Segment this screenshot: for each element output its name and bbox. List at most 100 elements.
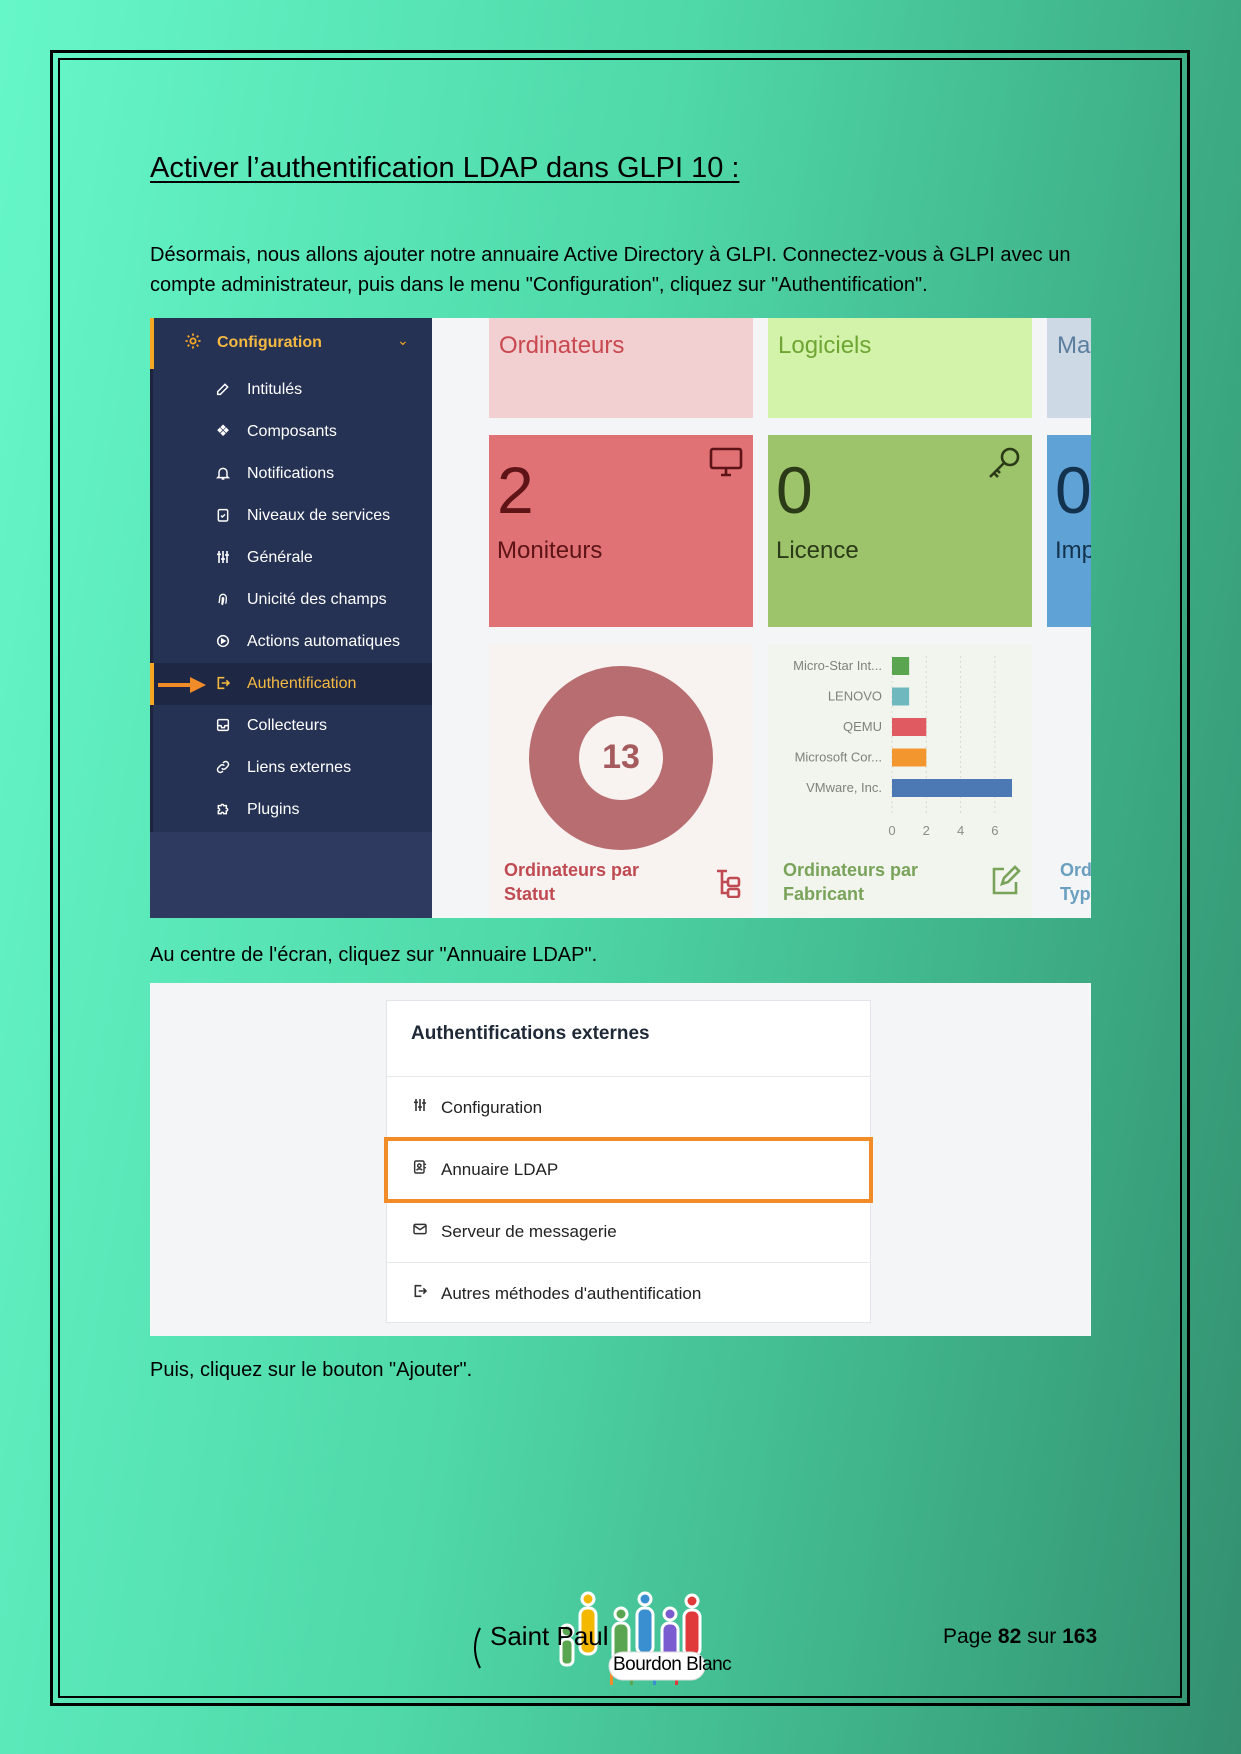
login-icon (214, 675, 232, 693)
pointer-arrow-icon (158, 677, 206, 693)
sidebar-item-label: Intitulés (247, 381, 303, 398)
sidebar-item-niveaux-de-services[interactable]: Niveaux de services (150, 495, 432, 537)
edit-icon (988, 864, 1022, 903)
counter-moniteurs[interactable]: 2 Moniteurs (489, 435, 753, 627)
sliders-icon (214, 549, 232, 567)
manufacturer-bar-chart: 0 2 4 6 Micro-Star Int... LENOVO QEMU Microsoft… (793, 656, 1012, 838)
chart-bar[interactable] (892, 657, 910, 675)
chart-x-tick-label: 6 (991, 823, 998, 838)
donut-value: 13 (602, 738, 640, 776)
third-card-title: Ord Typ (1060, 860, 1091, 904)
auth-panel-screenshot: Authentifications externes Configuration… (150, 983, 1091, 1336)
sliders-icon (411, 1097, 429, 1115)
page-total: 163 (1062, 1625, 1098, 1648)
chevron-down-icon: ⌄ (397, 332, 409, 348)
sidebar-item-actions-automatiques[interactable]: Actions automatiques (150, 621, 432, 663)
page-current: 82 (997, 1625, 1022, 1648)
sidebar-item-liens-externes[interactable]: Liens externes (150, 747, 432, 789)
tile-materiels[interactable]: Ma (1047, 318, 1091, 418)
tile-label: Ordinateurs (499, 332, 625, 359)
sidebar-configuration-menu[interactable]: Configuration ⌄ (150, 318, 432, 369)
sidebar-item-label: Liens externes (247, 759, 352, 776)
chart-category-label: Micro-Star Int... (793, 658, 882, 673)
sidebar-item-label: Unicité des champs (247, 591, 387, 608)
auth-item-configuration[interactable]: Configuration (387, 1076, 870, 1138)
donut-card[interactable]: 13 Ordinateurs par Statut (489, 644, 753, 918)
chart-bar[interactable] (892, 718, 927, 736)
sidebar-item-label: Collecteurs (247, 717, 328, 734)
clipboard-icon (214, 507, 232, 525)
sidebar-item-collecteurs[interactable]: Collecteurs (150, 705, 432, 747)
sidebar-item-plugins[interactable]: Plugins (150, 789, 432, 831)
inbox-icon (214, 717, 232, 735)
sidebar-item-composants[interactable]: ❖ Composants (150, 411, 432, 453)
counter-label: Licence (776, 537, 859, 564)
chart-x-tick-label: 2 (923, 823, 930, 838)
sidebar-item-authentification[interactable]: Authentification (150, 663, 432, 705)
chart-category-label: VMware, Inc. (806, 780, 882, 795)
counter-label: Moniteurs (497, 537, 603, 564)
auth-item-serveur-de-messagerie[interactable]: Serveur de messagerie (387, 1200, 870, 1262)
hierarchy-icon (713, 868, 743, 903)
sidebar-configuration-label: Configuration (217, 334, 322, 351)
chart-bar[interactable] (892, 748, 927, 767)
counter-value: 0 (1055, 453, 1091, 527)
glpi-dashboard-screenshot: Configuration ⌄ Intitulés ❖ Composants N… (150, 318, 1091, 918)
center-paragraph: Au centre de l'écran, cliquez sur "Annua… (150, 944, 598, 966)
page-separator: sur (1027, 1625, 1057, 1648)
components-icon: ❖ (215, 423, 231, 440)
counter-label: Imp (1055, 537, 1091, 564)
logo-text-bourdon-blanc: Bourdon Blanc (613, 1654, 732, 1675)
bar-card-title: Ordinateurs par Fabricant (783, 860, 919, 904)
edit-icon (214, 381, 232, 399)
chart-bar[interactable] (892, 687, 910, 706)
tile-label: Logiciels (778, 332, 872, 359)
third-card[interactable]: Ord Typ (1047, 644, 1091, 918)
bar-chart-card[interactable]: 0 2 4 6 Micro-Star Int... LENOVO QEMU Microsoft… (768, 644, 1032, 918)
auth-item-label: Serveur de messagerie (441, 1222, 617, 1241)
sidebar-item-notifications[interactable]: Notifications (150, 453, 432, 495)
intro-paragraph: Désormais, nous allons ajouter notre ann… (150, 244, 1071, 296)
annuaire-ldap-highlight (384, 1137, 873, 1203)
panel-title: Authentifications externes (411, 1023, 650, 1044)
school-logo: Saint Paul Bourdon Blanc (470, 1586, 775, 1696)
tile-ordinateurs[interactable]: Ordinateurs (489, 318, 753, 418)
sidebar-item-label: Actions automatiques (247, 633, 400, 650)
counter-licence[interactable]: 0 Licence (768, 435, 1032, 627)
chart-x-tick-label: 0 (888, 823, 895, 838)
login-icon (411, 1283, 429, 1301)
sidebar: Configuration ⌄ Intitulés ❖ Composants N… (150, 318, 432, 918)
gear-icon (184, 332, 202, 350)
sidebar-item-label: Authentification (247, 675, 357, 692)
logo-text-saint-paul: Saint Paul (490, 1621, 609, 1651)
link-icon (214, 759, 232, 777)
chart-category-label: QEMU (843, 719, 882, 734)
page-prefix: Page (943, 1625, 993, 1648)
sidebar-item-intitules[interactable]: Intitulés (150, 369, 432, 411)
fingerprint-icon (214, 591, 232, 609)
page-number: Page 82 sur 163 (943, 1625, 1097, 1649)
chart-category-label: LENOVO (828, 689, 882, 704)
counter-imprimantes[interactable]: 0 Imp (1047, 435, 1091, 627)
mail-icon (411, 1221, 429, 1239)
tile-label: Ma (1057, 332, 1091, 359)
tile-logiciels[interactable]: Logiciels (768, 318, 1032, 418)
chart-x-tick-label: 4 (957, 823, 964, 838)
sidebar-item-label: Notifications (247, 465, 335, 482)
page-title: Activer l’authentification LDAP dans GLP… (150, 152, 740, 184)
add-paragraph: Puis, cliquez sur le bouton "Ajouter". (150, 1359, 473, 1381)
monitor-icon (709, 447, 743, 482)
donut-card-title: Ordinateurs par Statut (504, 860, 640, 904)
sidebar-item-unicite-des-champs[interactable]: Unicité des champs (150, 579, 432, 621)
key-icon (986, 445, 1022, 486)
counter-value: 2 (497, 453, 534, 527)
sidebar-item-label: Générale (247, 549, 313, 566)
chart-bar[interactable] (892, 779, 1012, 797)
sidebar-item-label: Plugins (247, 801, 300, 818)
auth-item-label: Configuration (441, 1098, 543, 1117)
auth-item-autres-methodes[interactable]: Autres méthodes d'authentification (387, 1262, 870, 1324)
chart-category-label: Microsoft Cor... (795, 750, 882, 765)
bell-icon (214, 465, 232, 483)
sidebar-item-generale[interactable]: Générale (150, 537, 432, 579)
gear-play-icon (214, 633, 232, 651)
